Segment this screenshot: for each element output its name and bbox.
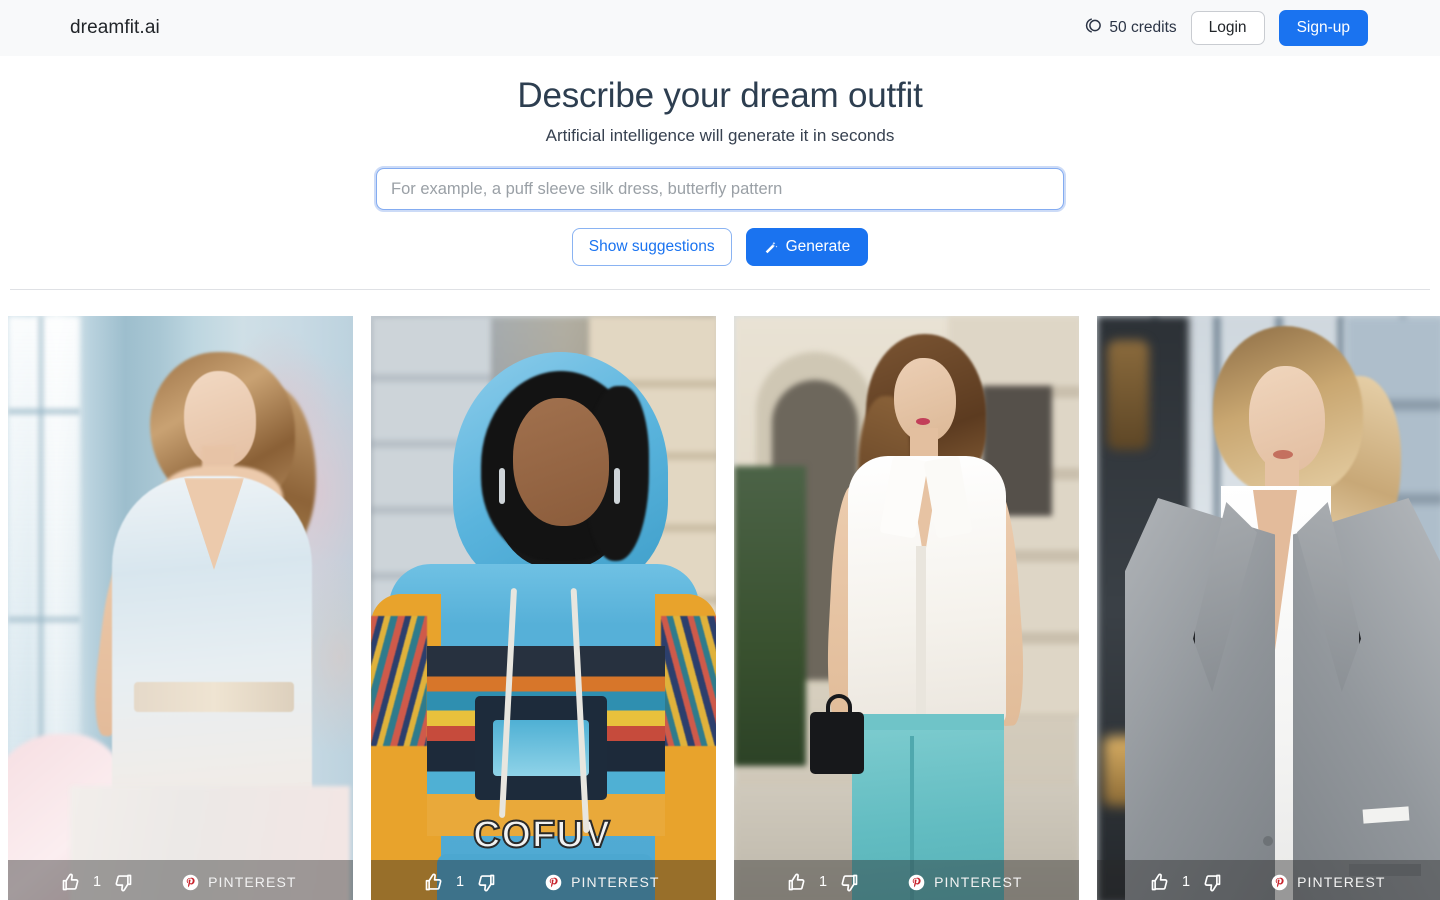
header-actions: 50 credits Login Sign-up [1085, 10, 1368, 46]
pinterest-share[interactable]: PINTEREST [182, 874, 296, 891]
like-count: 1 [456, 874, 465, 890]
action-buttons: Show suggestions Generate [0, 228, 1440, 266]
magic-wand-icon [764, 240, 779, 255]
thumbs-down-icon[interactable] [113, 872, 134, 893]
outfit-image-2[interactable]: COFUV [371, 316, 716, 900]
pinterest-share[interactable]: PINTEREST [908, 874, 1022, 891]
results-gallery: 1 PINTEREST COFUV 1 PINTEREST 1 PINTERES… [0, 316, 1440, 900]
pinterest-icon [545, 874, 562, 891]
pinterest-label: PINTEREST [571, 874, 660, 890]
vote-controls: 1 [1149, 872, 1223, 893]
signup-button[interactable]: Sign-up [1278, 10, 1368, 46]
outfit-image-3[interactable] [734, 316, 1079, 900]
thumbs-down-icon[interactable] [476, 872, 497, 893]
pinterest-icon [908, 874, 925, 891]
app-header: dreamfit.ai 50 credits Login Sign-up [0, 0, 1440, 56]
gallery-card[interactable]: 1 PINTEREST [8, 316, 353, 900]
pinterest-share[interactable]: PINTEREST [545, 874, 659, 891]
outfit-image-4[interactable] [1097, 316, 1440, 900]
gallery-card[interactable]: 1 PINTEREST [734, 316, 1079, 900]
pinterest-label: PINTEREST [208, 874, 297, 890]
gallery-card[interactable]: COFUV 1 PINTEREST [371, 316, 716, 900]
page-subtitle: Artificial intelligence will generate it… [545, 126, 895, 145]
hero-section: Describe your dream outfit Artificial in… [0, 56, 1440, 266]
credits-amount: 50 credits [1109, 19, 1177, 36]
generate-button-label: Generate [785, 238, 851, 255]
pinterest-label: PINTEREST [1297, 874, 1386, 890]
vote-controls: 1 [60, 872, 134, 893]
gallery-card[interactable]: 1 PINTEREST [1097, 316, 1440, 900]
coin-icon [1085, 17, 1102, 39]
vote-controls: 1 [786, 872, 860, 893]
pinterest-icon [182, 874, 199, 891]
generate-button[interactable]: Generate [745, 228, 869, 266]
outfit-image-1[interactable] [8, 316, 353, 900]
prompt-form [374, 166, 1066, 212]
thumbs-up-icon[interactable] [786, 872, 807, 893]
hoodie-graphic-text: COFUV [472, 813, 611, 857]
show-suggestions-button[interactable]: Show suggestions [571, 228, 732, 266]
card-footer: 1 PINTEREST [8, 860, 353, 900]
vote-controls: 1 [423, 872, 497, 893]
pinterest-share[interactable]: PINTEREST [1271, 874, 1385, 891]
card-footer: 1 PINTEREST [1097, 860, 1440, 900]
pinterest-label: PINTEREST [934, 874, 1023, 890]
pinterest-icon [1271, 874, 1288, 891]
thumbs-down-icon[interactable] [1202, 872, 1223, 893]
thumbs-up-icon[interactable] [423, 872, 444, 893]
thumbs-up-icon[interactable] [1149, 872, 1170, 893]
prompt-input[interactable] [374, 166, 1066, 212]
credits-indicator: 50 credits [1085, 17, 1177, 39]
card-footer: 1 PINTEREST [734, 860, 1079, 900]
page-title: Describe your dream outfit [517, 76, 923, 115]
section-divider [10, 289, 1430, 290]
brand-logo[interactable]: dreamfit.ai [70, 17, 160, 39]
card-footer: 1 PINTEREST [371, 860, 716, 900]
login-button[interactable]: Login [1190, 11, 1265, 45]
thumbs-up-icon[interactable] [60, 872, 81, 893]
like-count: 1 [1182, 874, 1191, 890]
thumbs-down-icon[interactable] [839, 872, 860, 893]
like-count: 1 [93, 874, 102, 890]
like-count: 1 [819, 874, 828, 890]
